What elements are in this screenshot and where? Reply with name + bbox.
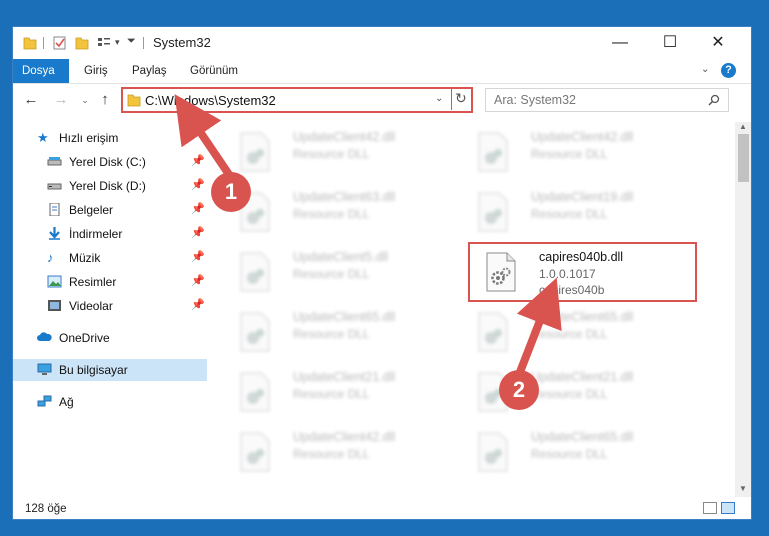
step-badge-1: 1 xyxy=(211,172,251,212)
annotation-arrows xyxy=(174,94,562,376)
arrow-to-file xyxy=(516,277,562,376)
arrow-to-address-bar xyxy=(174,94,234,180)
step-badge-2: 2 xyxy=(499,370,539,410)
